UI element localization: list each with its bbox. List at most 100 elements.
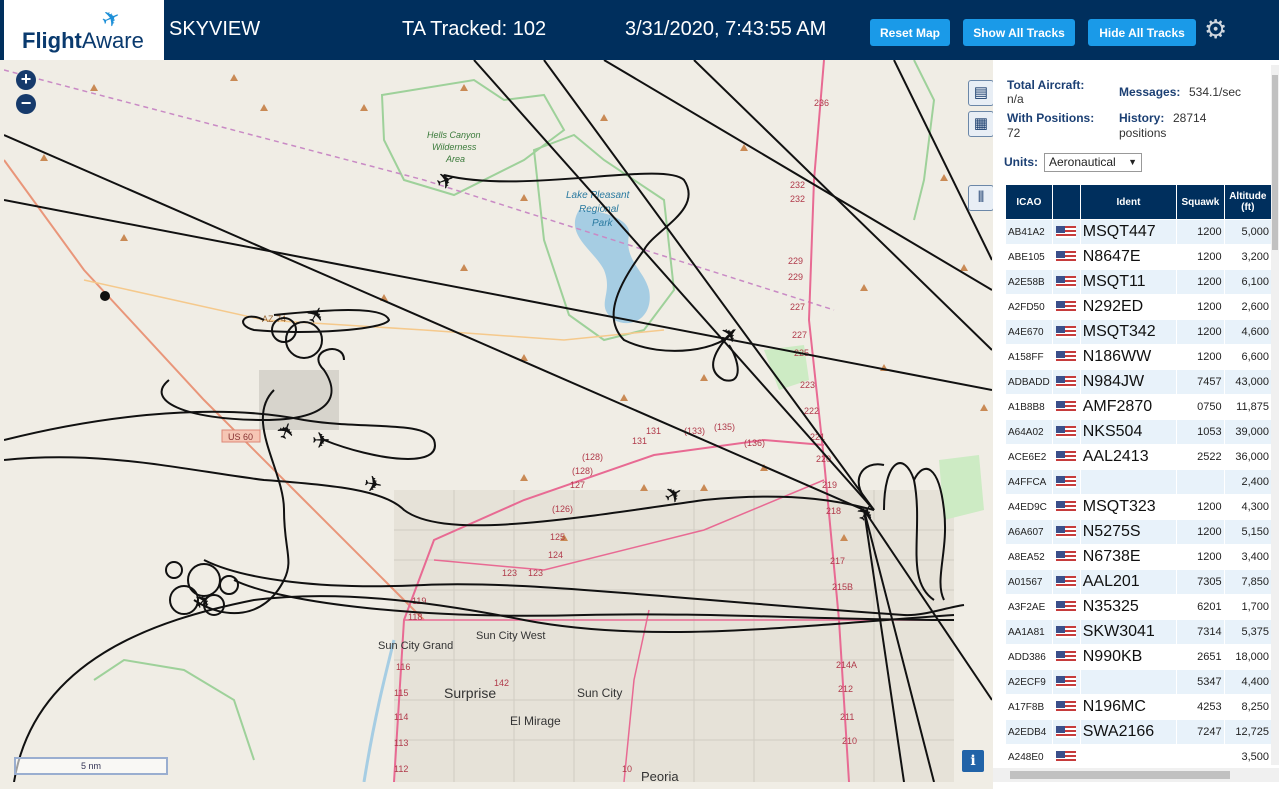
logo-aware: Aware [81,28,144,53]
park-boundary [93,658,255,761]
us-flag-icon [1056,625,1077,638]
table-row[interactable]: A64A02 NKS504 1053 39,000 [1006,420,1271,444]
table-row[interactable]: A17F8B N196MC 4253 8,250 [1006,695,1271,719]
us-flag-icon [1056,325,1077,338]
zoom-in-button[interactable]: + [16,70,36,90]
cell-altitude: 12,725 [1224,720,1271,744]
gear-icon[interactable]: ⚙ [1204,14,1227,45]
units-value: Aeronautical [1049,155,1116,169]
cell-icao: A17F8B [1006,695,1052,719]
aircraft-icon[interactable]: ✈ [312,429,330,454]
app-header: ✈ FlightAware SKYVIEW TA Tracked: 102 3/… [0,0,1279,60]
table-row[interactable]: A248E0 3,500 [1006,745,1271,769]
table-row[interactable]: ACE6E2 AAL2413 2522 36,000 [1006,445,1271,469]
cell-squawk: 7305 [1177,570,1224,594]
table-row[interactable]: A4ED9C MSQT323 1200 4,300 [1006,495,1271,519]
table-row[interactable]: A2FD50 N292ED 1200 2,600 [1006,295,1271,319]
cell-flag [1052,620,1080,644]
us60-road [4,159,425,621]
us-flag-icon [1056,700,1077,713]
scrollbar-thumb[interactable] [1272,75,1278,250]
us-flag-icon [1056,350,1077,363]
cell-ident: MSQT323 [1080,495,1177,519]
cell-icao: A4ED9C [1006,495,1052,519]
svg-text:115: 115 [394,688,408,698]
us-flag-icon [1056,375,1077,388]
label-surprise: Surprise [444,685,496,701]
aircraft-icon[interactable]: ✈ [433,167,459,197]
col-squawk[interactable]: Squawk [1177,185,1224,219]
table-row[interactable]: A6A607 N5275S 1200 5,150 [1006,520,1271,544]
cell-ident: N984JW [1080,370,1177,394]
label-sun-city: Sun City [577,686,622,700]
reset-map-button[interactable]: Reset Map [870,19,950,46]
hide-all-tracks-button[interactable]: Hide All Tracks [1088,19,1196,46]
svg-text:223: 223 [800,380,815,390]
svg-text:222: 222 [804,406,819,416]
cell-ident: N6738E [1080,545,1177,569]
columns-icon[interactable]: ⫴ [968,185,994,211]
us-flag-icon [1056,600,1077,613]
total-aircraft-value: n/a [1007,92,1024,106]
table-row[interactable]: A158FF N186WW 1200 6,600 [1006,345,1271,369]
col-ident[interactable]: Ident [1080,185,1177,219]
show-all-tracks-button[interactable]: Show All Tracks [963,19,1075,46]
cell-altitude: 7,850 [1224,570,1271,594]
map-layers-icon[interactable]: ▤ [968,80,994,106]
col-flag[interactable] [1052,185,1080,219]
cell-ident [1080,670,1177,694]
flightaware-logo[interactable]: ✈ FlightAware [4,0,164,60]
table-row[interactable]: A8EA52 N6738E 1200 3,400 [1006,545,1271,569]
total-aircraft-label: Total Aircraft: [1007,78,1085,92]
svg-text:131: 131 [646,426,661,436]
table-row[interactable]: A1B8B8 AMF2870 0750 11,875 [1006,395,1271,419]
table-row[interactable]: A2E58B MSQT11 1200 6,100 [1006,270,1271,294]
table-row[interactable]: A2EDB4 SWA2166 7247 12,725 [1006,720,1271,744]
table-row[interactable]: A01567 AAL201 7305 7,850 [1006,570,1271,594]
label-peoria: Peoria [641,769,679,782]
map-canvas[interactable]: 236232232229 229227227225 223222221220 2… [4,60,992,782]
cell-ident: SKW3041 [1080,620,1177,644]
cell-icao: A64A02 [1006,420,1052,444]
horizontal-scrollbar-thumb[interactable] [1010,771,1230,779]
table-row[interactable]: A4FFCA 2,400 [1006,470,1271,494]
units-label: Units: [1004,155,1038,169]
table-row[interactable]: ABE105 N8647E 1200 3,200 [1006,245,1271,269]
table-row[interactable]: A2ECF9 5347 4,400 [1006,670,1271,694]
col-icao[interactable]: ICAO [1006,185,1052,219]
units-select[interactable]: Aeronautical ▼ [1044,153,1142,172]
map-area[interactable]: 236 232 232 229 229 227 227 225 223 222 221 220 2… [4,60,992,782]
table-row[interactable]: AB41A2 MSQT447 1200 5,000 [1006,220,1271,244]
table-row[interactable]: ADBADD N984JW 7457 43,000 [1006,370,1271,394]
info-icon[interactable]: i [962,750,984,772]
table-row[interactable]: ADD386 N990KB 2651 18,000 [1006,645,1271,669]
cell-ident: N196MC [1080,695,1177,719]
cell-icao: A1B8B8 [1006,395,1052,419]
table-row[interactable]: A4E670 MSQT342 1200 4,600 [1006,320,1271,344]
svg-text:113: 113 [394,738,408,748]
us-flag-icon [1056,750,1077,763]
cell-ident: N35325 [1080,595,1177,619]
cell-flag [1052,295,1080,319]
table-row[interactable]: AA1A81 SKW3041 7314 5,375 [1006,620,1271,644]
aircraft-icon[interactable]: ✈ [362,471,384,499]
table-row[interactable]: A3F2AE N35325 6201 1,700 [1006,595,1271,619]
svg-text:218: 218 [826,506,841,516]
svg-text:123: 123 [502,568,517,578]
svg-text:210: 210 [842,736,857,746]
cell-flag [1052,370,1080,394]
cell-altitude: 36,000 [1224,445,1271,469]
chevron-down-icon: ▼ [1128,157,1137,167]
aircraft-table: ICAO Ident Squawk Altitude (ft) AB41A2 MS… [1005,184,1272,770]
us-flag-icon [1056,400,1077,413]
cell-flag [1052,720,1080,744]
cell-icao: AB41A2 [1006,220,1052,244]
col-altitude[interactable]: Altitude (ft) [1224,185,1271,219]
cell-flag [1052,545,1080,569]
zoom-out-button[interactable]: − [16,94,36,114]
aircraft-icon[interactable]: ✈ [301,301,332,329]
grid-icon[interactable]: ▦ [968,111,994,137]
us60-label: US 60 [228,432,253,442]
cell-squawk [1177,745,1224,769]
svg-text:119: 119 [412,596,426,606]
